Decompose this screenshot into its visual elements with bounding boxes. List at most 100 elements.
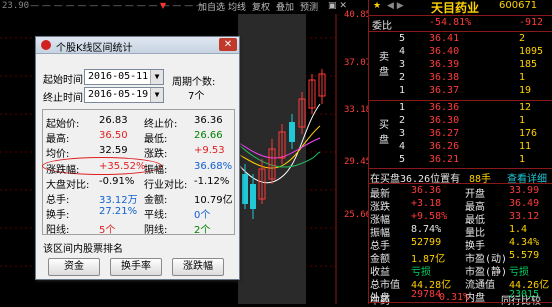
- level-num: 5: [399, 33, 406, 44]
- industry-label: 中药: [370, 292, 390, 307]
- buy-row[interactable]: 3 36.27 176: [369, 128, 552, 141]
- menu-ma[interactable]: 均线: [228, 0, 246, 13]
- quote-footer: 中药0.31%同行比较: [369, 292, 552, 307]
- stat-label: 换手:: [46, 210, 70, 222]
- end-date-picker[interactable]: 2016-05-19 ▼: [84, 87, 164, 103]
- cycle-label: 周期个数:: [172, 77, 216, 88]
- stat-value: 52799: [411, 237, 442, 248]
- level-num: 3: [399, 128, 406, 139]
- stat-value: 1.4: [509, 224, 528, 235]
- weibi-row: 委比 -54.81% -912: [369, 17, 552, 32]
- ask-volume: 19: [519, 85, 532, 96]
- stats-row: 振幅 8.74% 量比 1.4: [369, 224, 552, 239]
- rank-capital-button[interactable]: 资金: [48, 258, 100, 276]
- price-marker: 23.90: [2, 1, 30, 11]
- candle-down: [289, 122, 295, 142]
- weibi-diff: -912: [519, 17, 544, 28]
- stat-value: 5个: [99, 225, 116, 237]
- menu-adjust[interactable]: 复权: [252, 0, 270, 13]
- star-icon[interactable]: ★: [373, 1, 381, 11]
- stat-label: 平线:: [144, 210, 168, 222]
- stat-value: 36.36: [411, 185, 442, 196]
- stats-row: 涨幅 +9.58% 最低 33.12: [369, 211, 552, 226]
- level-num: 2: [399, 115, 406, 126]
- level-num: 2: [399, 72, 406, 83]
- sell-row[interactable]: 5 36.41 2: [369, 33, 552, 46]
- start-date-picker[interactable]: 2016-05-11 ▼: [84, 69, 164, 85]
- stats-row: 最新 36.36 开盘 33.99: [369, 185, 552, 200]
- stat-value: 26.66: [194, 130, 223, 142]
- buy-row[interactable]: 4 36.26 11: [369, 141, 552, 154]
- start-label: 起始时间:: [43, 75, 87, 86]
- ask-price: 36.40: [429, 46, 460, 57]
- stat-value: +9.53: [194, 145, 225, 157]
- stat-label: 起始价:: [46, 119, 80, 130]
- bid-volume: 1: [519, 115, 526, 126]
- stats-row: 金额 1.87亿 市盈(动) 5.579: [369, 250, 552, 265]
- buy-note-row: 在买盘36.26位置有 88手 查看详细: [369, 170, 552, 185]
- stat-value: 4.34%: [509, 237, 540, 248]
- stats-row: 总市值 44.28亿 流通值 44.26亿: [369, 276, 552, 291]
- stat-label: 阴线:: [144, 225, 168, 237]
- panel-arrows-icon[interactable]: ◀ ▶: [387, 1, 404, 11]
- stat-label: 均价:: [46, 149, 70, 161]
- stat-value: 8.74%: [411, 224, 442, 235]
- chevron-down-icon[interactable]: ▼: [150, 70, 163, 84]
- buy-row[interactable]: 1 36.36 12: [369, 102, 552, 115]
- menu-add-watchlist[interactable]: 加自选: [198, 0, 225, 13]
- stats-row: 收益 亏损 市盈(静) 亏损: [369, 263, 552, 278]
- chevron-down-icon[interactable]: ▼: [150, 88, 163, 102]
- sell-row[interactable]: 2 36.38 1: [369, 72, 552, 85]
- stat-label: 振幅:: [144, 164, 168, 176]
- bid-price: 36.27: [429, 128, 460, 139]
- rank-change-button[interactable]: 涨跌幅: [172, 258, 224, 276]
- cycle-value: 7个: [188, 91, 205, 102]
- price-dash: — — — — — — — — — — — — — — —: [30, 1, 206, 11]
- ask-price: 36.38: [429, 72, 460, 83]
- buy-row[interactable]: 2 36.30 1: [369, 115, 552, 128]
- bid-volume: 176: [519, 128, 538, 139]
- bid-price: 36.26: [429, 141, 460, 152]
- stock-name: 天目药业: [431, 1, 480, 15]
- ask-volume: 1095: [519, 46, 544, 57]
- peer-compare-link[interactable]: 同行比较: [501, 292, 541, 307]
- bid-price: 36.21: [429, 154, 460, 165]
- stat-label: 涨跌:: [144, 149, 168, 161]
- triangle-marker-icon: ▼: [160, 1, 167, 10]
- menu-forecast[interactable]: 预测: [300, 0, 318, 13]
- stat-label: 终止价:: [144, 119, 178, 130]
- stat-value: -1.12%: [194, 175, 230, 187]
- sell-row[interactable]: 3 36.39 185: [369, 59, 552, 72]
- candle-down: [250, 184, 256, 209]
- quote-panel: ★ ◀ ▶ 天目药业 600671 委比 -54.81% -912 卖盘 5 36…: [368, 0, 552, 307]
- ask-volume: 185: [519, 59, 538, 70]
- dialog-titlebar[interactable]: 个股K线区间统计 ✕: [36, 37, 239, 54]
- stat-label: 金额:: [144, 195, 168, 206]
- sell-row[interactable]: 1 36.37 19: [369, 85, 552, 98]
- level-num: 4: [399, 46, 406, 57]
- stat-label: 最低:: [144, 134, 168, 146]
- close-button[interactable]: ✕: [219, 38, 237, 51]
- stat-label: 总手:: [46, 195, 70, 206]
- bid-price: 36.36: [429, 102, 460, 113]
- candle-down: [242, 174, 248, 204]
- stat-label: 阳线:: [46, 225, 70, 237]
- chart-toolbar: 23.90 — — — — — — — — — — — — — — — ▼ 加自…: [0, 0, 368, 14]
- bid-volume: 12: [519, 102, 532, 113]
- sell-row[interactable]: 4 36.40 1095: [369, 46, 552, 59]
- weibi-pct: -54.81%: [429, 17, 472, 28]
- weibi-label: 委比: [372, 21, 392, 32]
- ask-volume: 2: [519, 33, 526, 44]
- rank-turnover-button[interactable]: 换手率: [110, 258, 162, 276]
- stat-value: 33.99: [509, 185, 540, 196]
- buy-row[interactable]: 5 36.21 1: [369, 154, 552, 167]
- start-date: 2016-05-11: [88, 71, 149, 82]
- stock-code: 600671: [499, 0, 538, 11]
- stat-value: 33.12: [509, 211, 540, 222]
- menu-overlay[interactable]: 叠加: [276, 0, 294, 13]
- stat-label: 最高:: [46, 134, 70, 146]
- stat-value: 2个: [194, 225, 211, 237]
- stat-value: 36.50: [99, 130, 128, 142]
- stat-value: 36.68%: [194, 160, 233, 172]
- stat-value: 36.36: [194, 115, 223, 126]
